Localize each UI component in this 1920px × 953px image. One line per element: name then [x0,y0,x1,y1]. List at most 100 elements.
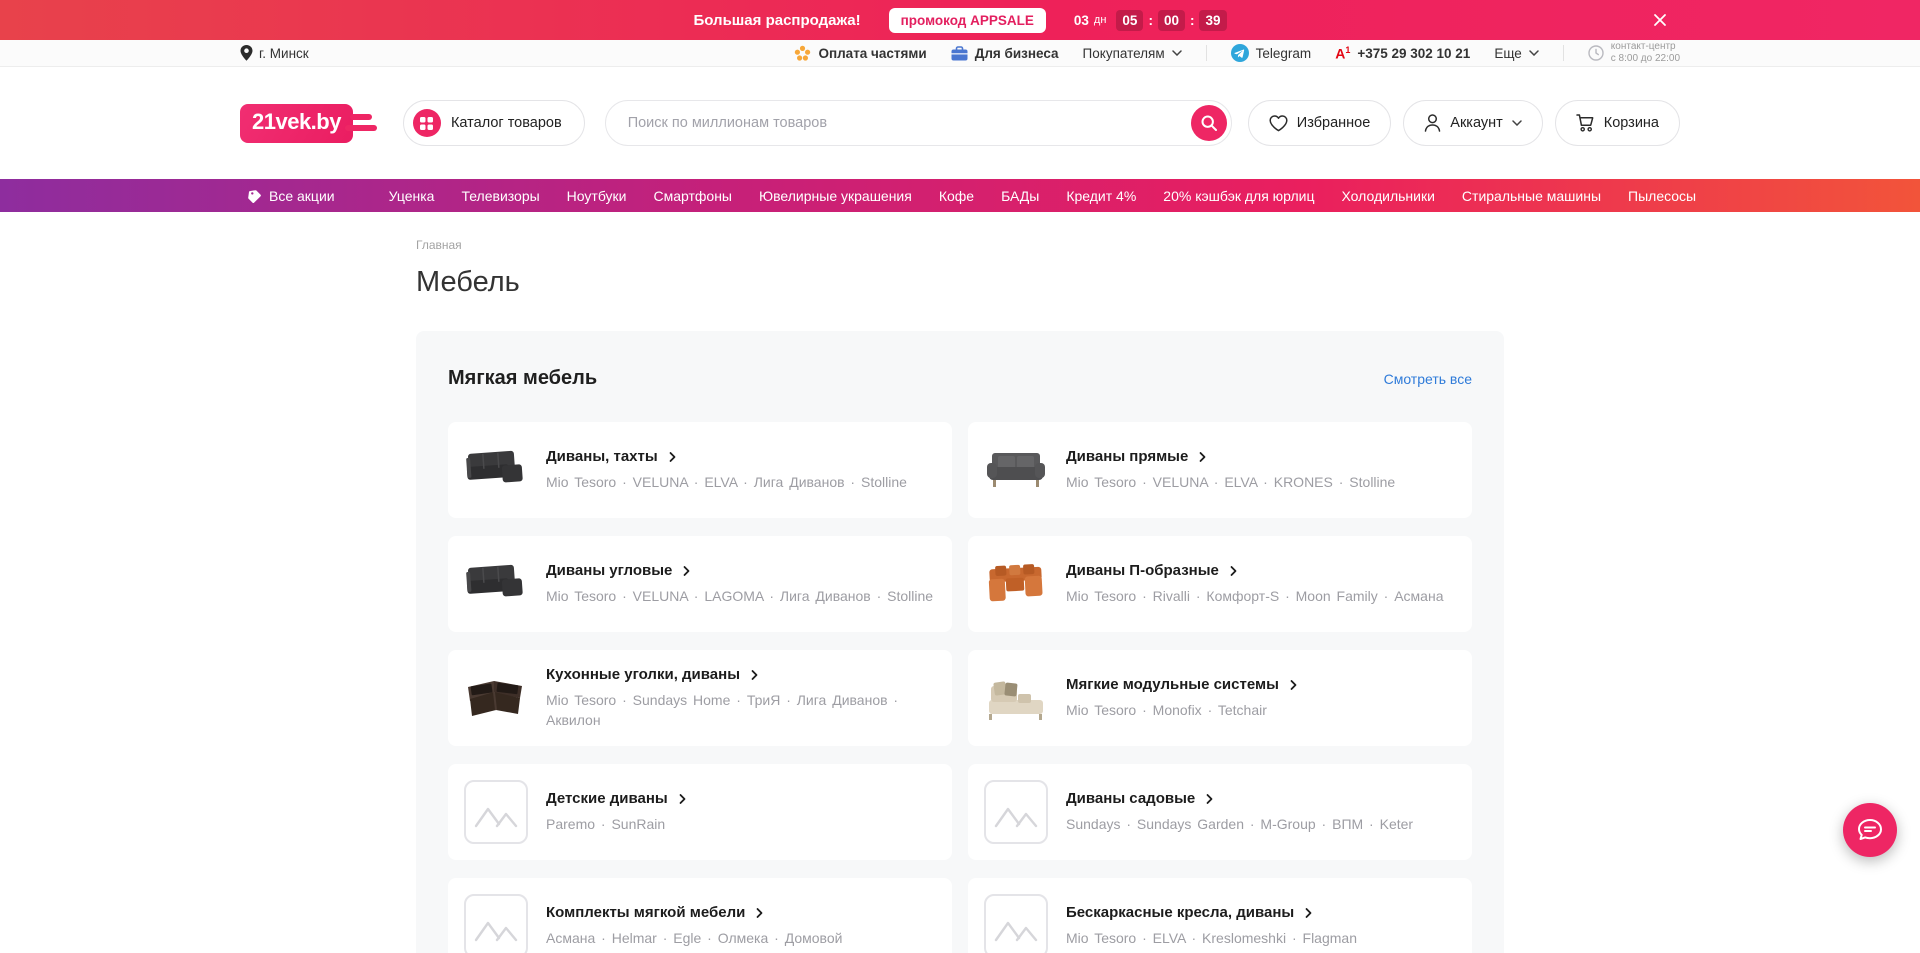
category-title[interactable]: Диваны угловые [546,562,933,579]
account-button[interactable]: Аккаунт [1403,100,1542,146]
search-input[interactable] [605,100,1232,146]
sale-tag-icon [248,189,262,203]
halva-flower-icon [794,45,811,62]
category-card[interactable]: Диваны П-образные Mio Tesoro · Rivalli · … [968,536,1472,632]
favorites-button[interactable]: Избранное [1248,100,1391,146]
category-card[interactable]: Кухонные уголки, диваныMio Tesoro · Sund… [448,650,952,746]
nav-item[interactable]: Ноутбуки [567,188,627,204]
category-brands: Paremo · SunRain [546,814,688,834]
catalog-button[interactable]: Каталог товаров [403,100,585,146]
for-business-link[interactable]: Для бизнеса [951,46,1059,61]
cart-button[interactable]: Корзина [1555,100,1680,146]
topbar-divider [1206,45,1207,61]
category-title[interactable]: Диваны садовые [1066,790,1413,807]
sofa-modular-beige-image [984,666,1048,730]
see-all-link[interactable]: Смотреть все [1384,371,1472,387]
nav-item[interactable]: Пылесосы [1628,188,1696,204]
city-selector[interactable]: г. Минск [240,45,309,61]
category-card[interactable]: Комплекты мягкой мебели Асмана · Helmar ·… [448,878,952,953]
nav-item[interactable]: Стиральные машины [1462,188,1601,204]
category-card[interactable]: Диваны прямыеMio Tesoro · VELUNA · ELVA … [968,422,1472,518]
logo-dashes [353,104,381,142]
more-menu[interactable]: Еще [1494,46,1538,61]
category-title[interactable]: Бескаркасные кресла, диваны [1066,904,1357,921]
clock-icon [1588,45,1604,61]
utility-topbar: г. Минск Оплата частями Для бизнеса Поку… [0,40,1920,67]
contact-center-line1: контакт-центр [1611,41,1676,52]
countdown-seconds: 39 [1199,10,1226,31]
nav-item[interactable]: Кофе [939,188,974,204]
nav-item[interactable]: Телевизоры [461,188,539,204]
close-icon[interactable] [1650,10,1670,30]
location-pin-icon [240,45,253,61]
category-brands: Mio Tesoro · Rivalli · Комфорт-S · Moon … [1066,586,1443,606]
account-label: Аккаунт [1450,115,1502,131]
category-title-label: Детские диваны [546,790,668,807]
for-buyers-label: Покупателям [1083,46,1165,61]
section-title: Мягкая мебель [448,367,597,390]
category-card[interactable]: Мягкие модульные системыMio Tesoro · Mon… [968,650,1472,746]
sale-countdown: 03 дн 05 : 00 : 39 [1074,10,1227,31]
category-title[interactable]: Комплекты мягкой мебели [546,904,842,921]
category-brands: Асмана · Helmar · Egle · Олмека · Домово… [546,928,842,948]
search-icon [1201,115,1217,131]
category-card[interactable]: Диваны, тахтыMio Tesoro · VELUNA · ELVA … [448,422,952,518]
chevron-right-icon [1303,907,1314,919]
nav-item[interactable]: БАДы [1001,188,1039,204]
category-brands: Mio Tesoro · VELUNA · LAGOMA · Лига Дива… [546,586,933,606]
category-title-label: Бескаркасные кресла, диваны [1066,904,1294,921]
chat-button[interactable] [1843,803,1897,857]
main-header: 21vek.by Каталог товаров Избранное Аккау… [0,67,1920,179]
countdown-days: 03 [1074,13,1089,28]
breadcrumb[interactable]: Главная [416,238,1504,252]
category-title[interactable]: Кухонные уголки, диваны [546,666,936,683]
briefcase-icon [951,46,968,61]
more-label: Еще [1494,46,1521,61]
page-title: Мебель [416,266,1504,299]
image-placeholder-image [464,894,528,953]
phone-number: +375 29 302 10 21 [1357,46,1470,61]
category-title[interactable]: Мягкие модульные системы [1066,676,1299,693]
topbar-divider [1563,45,1564,61]
search-button[interactable] [1191,105,1227,141]
category-card[interactable]: Диваны угловые Mio Tesoro · VELUNA · LAGO… [448,536,952,632]
countdown-separator: : [1190,13,1195,28]
phone-link[interactable]: А1 +375 29 302 10 21 [1335,46,1470,61]
telegram-label: Telegram [1256,46,1312,61]
for-buyers-menu[interactable]: Покупателям [1083,46,1182,61]
nav-item[interactable]: Уценка [389,188,435,204]
site-logo[interactable]: 21vek.by [240,104,381,143]
category-card[interactable]: Бескаркасные кресла, диваныMio Tesoro · … [968,878,1472,953]
category-title[interactable]: Диваны, тахты [546,448,907,465]
nav-item[interactable]: Смартфоны [653,188,732,204]
category-title-label: Кухонные уголки, диваны [546,666,740,683]
nav-item[interactable]: Ювелирные украшения [759,188,912,204]
category-title[interactable]: Диваны прямые [1066,448,1395,465]
nav-item-label: Все акции [269,188,335,204]
nav-item[interactable]: Холодильники [1342,188,1435,204]
nav-item[interactable]: Кредит 4% [1066,188,1136,204]
category-title-label: Диваны угловые [546,562,672,579]
chevron-right-icon [1197,451,1208,463]
chevron-right-icon [667,451,678,463]
kitchen-corner-dark-image [464,666,528,730]
cart-icon [1576,114,1595,132]
for-business-label: Для бизнеса [975,46,1059,61]
nav-item[interactable]: 20% кэшбэк для юрлиц [1163,188,1314,204]
installment-link[interactable]: Оплата частями [794,45,926,62]
category-card[interactable]: Детские диваны Paremo · SunRain [448,764,952,860]
category-card[interactable]: Диваны садовыеSundays · Sundays Garden ·… [968,764,1472,860]
image-placeholder-image [984,894,1048,953]
category-title[interactable]: Диваны П-образные [1066,562,1443,579]
contact-center-info: контакт-центр с 8:00 до 22:00 [1588,41,1680,65]
promo-code-chip[interactable]: промокод APPSALE [889,8,1046,33]
chevron-right-icon [1228,565,1239,577]
sale-banner: Большая распродажа! промокод APPSALE 03 … [0,0,1920,40]
telegram-icon [1231,44,1249,62]
nav-item[interactable]: Все акции [248,188,335,204]
telegram-link[interactable]: Telegram [1231,44,1312,62]
category-title[interactable]: Детские диваны [546,790,688,807]
sofa-corner-dark-image [464,438,528,502]
search-bar [605,100,1232,146]
chevron-down-icon [1172,50,1182,56]
